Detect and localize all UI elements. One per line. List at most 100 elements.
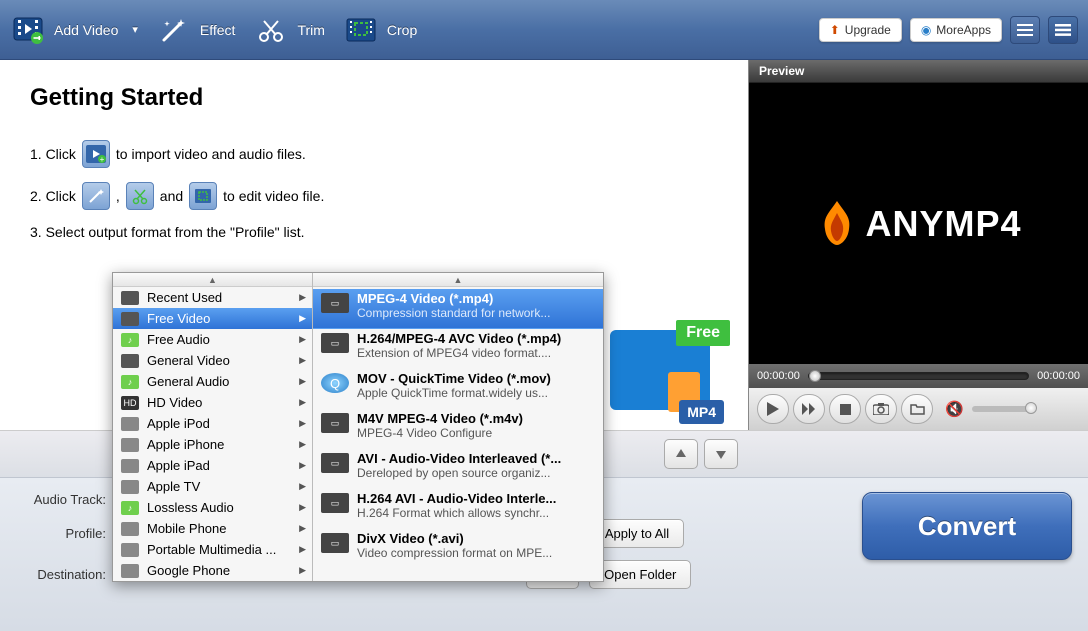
- device-icon: [121, 417, 139, 431]
- format-title: M4V MPEG-4 Video (*.m4v): [357, 411, 595, 426]
- category-label: HD Video: [147, 395, 202, 410]
- category-item[interactable]: HD HD Video: [113, 392, 312, 413]
- category-item[interactable]: Mobile Phone: [113, 518, 312, 539]
- category-item[interactable]: Apple iPad: [113, 455, 312, 476]
- format-title: H.264/MPEG-4 AVC Video (*.mp4): [357, 331, 595, 346]
- preview-controls: 🔇: [749, 388, 1088, 430]
- apply-all-button[interactable]: Apply to All: [590, 519, 684, 548]
- preview-panel: Preview ANYMP4 00:00:00 00:00:00 🔇: [748, 60, 1088, 430]
- category-item[interactable]: ♪Free Audio: [113, 329, 312, 350]
- device-icon: [121, 480, 139, 494]
- device-icon: [121, 438, 139, 452]
- category-label: Apple iPod: [147, 416, 210, 431]
- category-label: General Video: [147, 353, 230, 368]
- volume-slider[interactable]: [972, 406, 1032, 412]
- move-up-button[interactable]: [664, 439, 698, 469]
- move-down-button[interactable]: [704, 439, 738, 469]
- format-desc: Video compression format on MPE...: [357, 546, 595, 560]
- category-item[interactable]: Apple iPhone: [113, 434, 312, 455]
- preview-video-area: ANYMP4: [749, 83, 1088, 364]
- stop-button[interactable]: [829, 394, 861, 424]
- device-icon: [121, 522, 139, 536]
- category-item[interactable]: Recent Used: [113, 287, 312, 308]
- device-icon: [121, 459, 139, 473]
- format-column: ▲ ▭MPEG-4 Video (*.mp4)Compression stand…: [313, 273, 603, 581]
- add-video-small-icon: +: [82, 140, 110, 168]
- format-desc: Apple QuickTime format.widely us...: [357, 386, 595, 400]
- more-apps-icon: ◉: [921, 23, 931, 37]
- more-apps-button[interactable]: ◉ MoreApps: [910, 18, 1002, 42]
- step-1: 1. Click + to import video and audio fil…: [30, 140, 718, 168]
- volume-thumb[interactable]: [1025, 402, 1037, 414]
- mpeg-icon: ▭: [321, 493, 349, 513]
- list-icon: [1017, 23, 1033, 37]
- time-total: 00:00:00: [1037, 370, 1080, 382]
- effect-icon: [156, 12, 192, 48]
- format-item[interactable]: ▭MPEG-4 Video (*.mp4)Compression standar…: [313, 289, 603, 329]
- open-folder-button[interactable]: [901, 394, 933, 424]
- category-column: ▲ Recent Used Free Video ♪Free Audio Genera…: [113, 273, 313, 581]
- video-icon: [121, 291, 139, 305]
- mpeg-icon: ▭: [321, 333, 349, 353]
- category-item[interactable]: Portable Multimedia ...: [113, 539, 312, 560]
- trim-button[interactable]: Trim: [253, 12, 324, 48]
- format-title: AVI - Audio-Video Interleaved (*...: [357, 451, 595, 466]
- format-item[interactable]: ▭H.264 AVI - Audio-Video Interle...H.264…: [321, 489, 595, 529]
- category-label: Apple iPad: [147, 458, 210, 473]
- convert-button[interactable]: Convert: [862, 492, 1072, 560]
- timeline-track[interactable]: [808, 372, 1029, 380]
- mpeg-icon: ▭: [321, 533, 349, 553]
- category-item[interactable]: ♪General Audio: [113, 371, 312, 392]
- mpeg-icon: ▭: [321, 293, 349, 313]
- qt-icon: Q: [321, 373, 349, 393]
- step-3: 3. Select output format from the "Profil…: [30, 224, 718, 240]
- format-item[interactable]: ▭M4V MPEG-4 Video (*.m4v)MPEG-4 Video Co…: [321, 409, 595, 449]
- category-label: Free Video: [147, 311, 210, 326]
- list-view-button[interactable]: [1010, 16, 1040, 44]
- add-video-icon: [10, 12, 46, 48]
- category-label: Google Phone: [147, 563, 230, 578]
- category-label: Free Audio: [147, 332, 210, 347]
- format-item[interactable]: QMOV - QuickTime Video (*.mov)Apple Quic…: [321, 369, 595, 409]
- scroll-up-categories[interactable]: ▲: [113, 273, 312, 287]
- category-item[interactable]: Free Video: [113, 308, 312, 329]
- timeline-thumb[interactable]: [809, 370, 821, 382]
- category-label: Apple iPhone: [147, 437, 224, 452]
- timeline[interactable]: 00:00:00 00:00:00: [749, 364, 1088, 388]
- crop-icon: [343, 12, 379, 48]
- play-button[interactable]: [757, 394, 789, 424]
- video-icon: [121, 354, 139, 368]
- format-desc: Dereloped by open source organiz...: [357, 466, 595, 480]
- scroll-up-formats[interactable]: ▲: [313, 273, 603, 287]
- trim-label: Trim: [297, 22, 324, 38]
- hd-icon: HD: [121, 396, 139, 410]
- category-label: Apple TV: [147, 479, 200, 494]
- category-item[interactable]: Google Phone: [113, 560, 312, 581]
- category-item[interactable]: ♪Lossless Audio: [113, 497, 312, 518]
- device-icon: [121, 543, 139, 557]
- category-item[interactable]: General Video: [113, 350, 312, 371]
- open-folder-button-2[interactable]: Open Folder: [589, 560, 691, 589]
- format-item[interactable]: ▭DivX Video (*.avi)Video compression for…: [321, 529, 595, 569]
- format-item[interactable]: ▭H.264/MPEG-4 AVC Video (*.mp4)Extension…: [321, 329, 595, 369]
- snapshot-button[interactable]: [865, 394, 897, 424]
- add-video-button[interactable]: Add Video: [10, 12, 138, 48]
- category-item[interactable]: Apple iPod: [113, 413, 312, 434]
- profile-label: Profile:: [16, 526, 106, 541]
- effect-button[interactable]: Effect: [156, 12, 236, 48]
- audio-track-label: Audio Track:: [16, 492, 106, 507]
- hamburger-icon: [1055, 23, 1071, 37]
- video-icon: [121, 312, 139, 326]
- format-title: H.264 AVI - Audio-Video Interle...: [357, 491, 595, 506]
- mp4-badge: MP4: [679, 400, 724, 424]
- upload-icon: ⬆: [830, 23, 840, 37]
- format-item[interactable]: ▭AVI - Audio-Video Interleaved (*...Dere…: [321, 449, 595, 489]
- crop-small-icon: [189, 182, 217, 210]
- fast-forward-button[interactable]: [793, 394, 825, 424]
- crop-button[interactable]: Crop: [343, 12, 417, 48]
- upgrade-button[interactable]: ⬆ Upgrade: [819, 18, 902, 42]
- menu-button[interactable]: [1048, 16, 1078, 44]
- format-title: MPEG-4 Video (*.mp4): [357, 291, 595, 306]
- promo-badge: Free MP4: [610, 320, 730, 430]
- category-item[interactable]: Apple TV: [113, 476, 312, 497]
